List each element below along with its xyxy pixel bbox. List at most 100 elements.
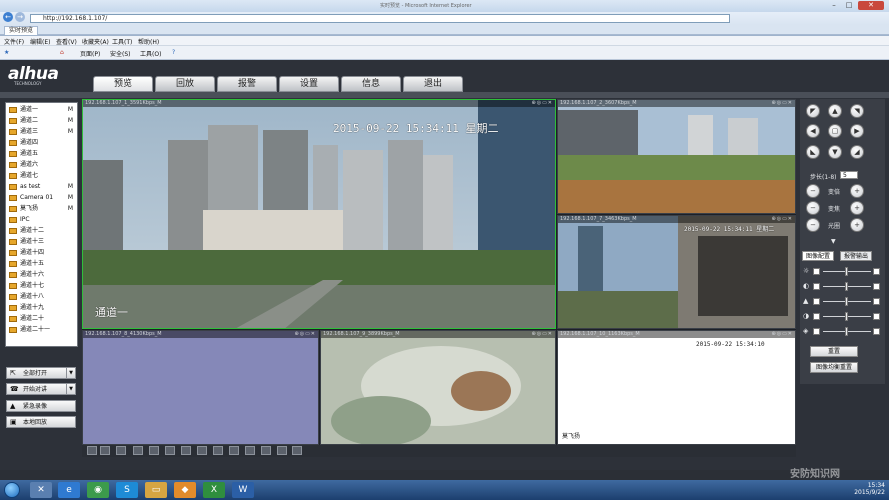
minimize-button[interactable]: – — [828, 1, 840, 10]
excel-icon[interactable]: X — [203, 482, 225, 498]
split-13-icon[interactable] — [181, 446, 191, 455]
start-button[interactable] — [4, 482, 20, 498]
help-icon[interactable]: ? — [172, 49, 175, 56]
browser-tab[interactable]: 实时预览 — [4, 26, 39, 35]
collapse-arrow-icon[interactable]: ▼ — [831, 238, 836, 245]
menu-tools[interactable]: 工具(T) — [112, 37, 132, 46]
channel-item[interactable]: 通道五 — [9, 149, 77, 159]
tab-logout[interactable]: 退出 — [403, 76, 463, 92]
channel-item[interactable]: 通道一 M — [9, 105, 77, 115]
maximize-button[interactable]: □ — [843, 1, 855, 10]
tab-settings[interactable]: 设置 — [279, 76, 339, 92]
close-button[interactable]: ✕ — [858, 1, 884, 10]
channel-item[interactable]: IPC — [9, 215, 77, 225]
split-4-icon[interactable] — [100, 446, 110, 455]
ie-icon[interactable]: e — [58, 482, 80, 498]
ptz-right-icon[interactable]: ▶ — [850, 124, 864, 138]
dropdown-arrow-icon[interactable]: ▼ — [66, 368, 75, 378]
ptz-center-icon[interactable]: ▢ — [828, 124, 842, 138]
safety-menu[interactable]: 安全(S) — [110, 49, 131, 58]
channel-item[interactable]: 通道十二 — [9, 226, 77, 236]
gain-slider[interactable]: ◈ — [803, 327, 883, 336]
back-icon[interactable]: ← — [3, 12, 13, 22]
fullscreen-icon[interactable] — [116, 446, 126, 455]
tools-menu[interactable]: 工具(O) — [140, 49, 161, 58]
ptz-down-left-icon[interactable]: ◣ — [806, 145, 820, 159]
channel-item[interactable]: 通道十七 — [9, 281, 77, 291]
tab-preview[interactable]: 预览 — [93, 76, 153, 92]
cell-controls-icon[interactable]: ⊕◎▭✕ — [532, 100, 553, 107]
step-select[interactable]: 5 — [840, 171, 858, 179]
skype-icon[interactable]: S — [116, 482, 138, 498]
menu-edit[interactable]: 编辑(E) — [30, 37, 50, 46]
video-cell-5[interactable]: 192.168.1.107_9_3899Kbps_M ⊕◎▭✕ — [320, 330, 556, 445]
channel-item[interactable]: 通道七 — [9, 171, 77, 181]
channel-item[interactable]: 通道四 — [9, 138, 77, 148]
channel-item[interactable]: 通道十三 — [9, 237, 77, 247]
focus-far-icon[interactable]: + — [850, 201, 864, 215]
local-playback-button[interactable]: ▣ 本地回放 — [6, 416, 76, 428]
split-6-icon[interactable] — [133, 446, 143, 455]
channel-item[interactable]: Camera 01 M — [9, 193, 77, 203]
screenshot-icon[interactable] — [277, 446, 287, 455]
folder-icon[interactable]: ▭ — [145, 482, 167, 498]
video-cell-6[interactable]: 192.168.1.107_10_1163Kbps_M ⊕◎▭✕ 2015-09-… — [557, 330, 796, 445]
menu-view[interactable]: 查看(V) — [56, 37, 77, 46]
open-all-button[interactable]: ⇱ 全部打开 ▼ — [6, 367, 76, 379]
channel-item[interactable]: 通道十六 — [9, 270, 77, 280]
home-icon[interactable]: ⌂ — [60, 49, 64, 56]
channel-item[interactable]: 通道六 — [9, 160, 77, 170]
channel-item[interactable]: 莫飞扬 M — [9, 204, 77, 214]
split-8-icon[interactable] — [149, 446, 159, 455]
video-cell-main[interactable]: 192.168.1.107_1_3591Kbps_M ⊕◎▭✕ 2015-09-2… — [82, 99, 556, 329]
video-cell-4[interactable]: 192.168.1.107_8_4130Kbps_M ⊕◎▭✕ — [82, 330, 319, 445]
cell-controls-icon[interactable]: ⊕◎▭✕ — [772, 331, 793, 338]
menu-help[interactable]: 帮助(H) — [138, 37, 159, 46]
iris-close-icon[interactable]: − — [806, 218, 820, 232]
channel-item[interactable]: 通道二 M — [9, 116, 77, 126]
ptz-up-icon[interactable]: ▲ — [828, 104, 842, 118]
address-input[interactable]: http://192.168.1.107/ — [30, 14, 730, 23]
split-9-icon[interactable] — [165, 446, 175, 455]
brightness-slider[interactable]: ☼ — [803, 267, 883, 276]
zoom-out-icon[interactable]: − — [806, 184, 820, 198]
split-custom-icon[interactable] — [261, 446, 271, 455]
menu-favorites[interactable]: 收藏夹(A) — [82, 37, 109, 46]
channel-item[interactable]: 通道十九 — [9, 303, 77, 313]
tab-playback[interactable]: 回放 — [155, 76, 215, 92]
cell-controls-icon[interactable]: ⊕◎▭✕ — [772, 100, 793, 107]
channel-item[interactable]: 通道三 M — [9, 127, 77, 137]
page-menu[interactable]: 页面(P) — [80, 49, 100, 58]
channel-item[interactable]: 通道十八 — [9, 292, 77, 302]
ptz-down-icon[interactable]: ▼ — [828, 145, 842, 159]
channel-item[interactable]: 通道十五 — [9, 259, 77, 269]
tab-image-config[interactable]: 图像配置 — [802, 251, 835, 261]
focus-near-icon[interactable]: − — [806, 201, 820, 215]
iris-open-icon[interactable]: + — [850, 218, 864, 232]
cell-controls-icon[interactable]: ⊕◎▭✕ — [295, 331, 316, 338]
record-icon[interactable] — [292, 446, 302, 455]
channel-item[interactable]: as test M — [9, 182, 77, 192]
start-talk-button[interactable]: ☎ 开始对讲 ▼ — [6, 383, 76, 395]
hue-slider[interactable]: ◑ — [803, 312, 883, 321]
chrome-icon[interactable]: ◉ — [87, 482, 109, 498]
app-icon[interactable]: ◆ — [174, 482, 196, 498]
cell-controls-icon[interactable]: ⊕◎▭✕ — [532, 331, 553, 338]
dropdown-arrow-icon[interactable]: ▼ — [66, 384, 75, 394]
contrast-slider[interactable]: ◐ — [803, 282, 883, 291]
split-36-icon[interactable] — [245, 446, 255, 455]
clock[interactable]: 15:34 2015/9/22 — [854, 482, 885, 496]
video-cell-3[interactable]: 192.168.1.107_7_3463Kbps_M ⊕◎▭✕ 2015-09-2… — [557, 215, 796, 329]
tab-alarm[interactable]: 报警 — [217, 76, 277, 92]
ptz-up-right-icon[interactable]: ◥ — [850, 104, 864, 118]
security-app-icon[interactable]: ✕ — [30, 482, 52, 498]
channel-item[interactable]: 通道十四 — [9, 248, 77, 258]
split-16-icon[interactable] — [197, 446, 207, 455]
channel-item[interactable]: 通道二十 — [9, 314, 77, 324]
split-1-icon[interactable] — [87, 446, 97, 455]
ptz-down-right-icon[interactable]: ◢ — [850, 145, 864, 159]
menu-file[interactable]: 文件(F) — [4, 37, 24, 46]
tab-info[interactable]: 信息 — [341, 76, 401, 92]
channel-item[interactable]: 通道二十一 — [9, 325, 77, 335]
emergency-record-button[interactable]: ▲ 紧急录像 — [6, 400, 76, 412]
